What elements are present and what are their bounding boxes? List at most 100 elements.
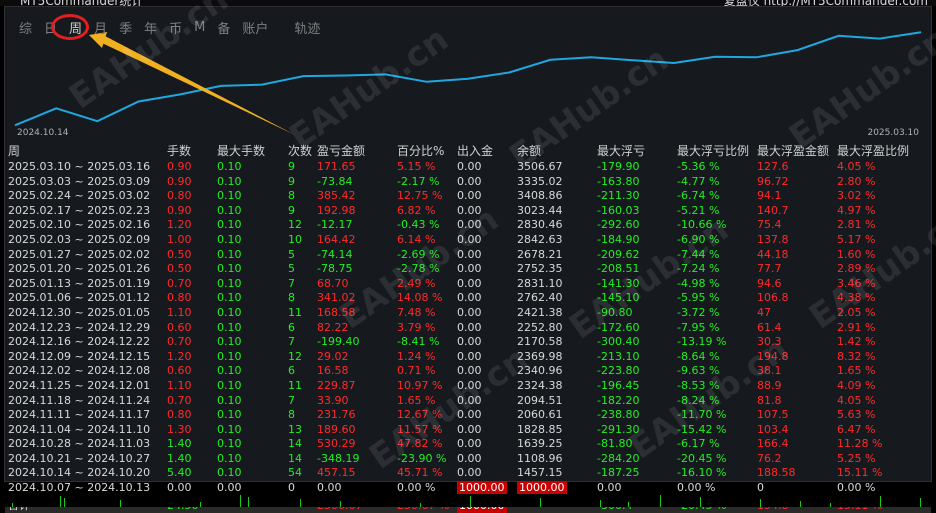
table-row-cell-8: -291.30 [597,422,640,436]
table-row-cell-11: 15.11 % [837,466,883,480]
tab-7[interactable]: 币 [169,18,182,37]
table-row-cell-5: 6.14 % [397,232,436,246]
table-row-cell-0: 2025.03.10 ~ 2025.03.16 [8,160,151,173]
table-row-cell-5: 12.75 % [397,189,443,203]
table-row-cell-10: 107.5 [757,408,789,422]
tab-11[interactable]: 轨迹 [294,18,320,37]
table-row-cell-6: 0.00 [457,422,482,436]
table-row-cell-2: 0.10 [217,247,242,261]
table-row-cell-2: 0.10 [217,349,242,363]
table-row-cell-1: 1.30 [167,422,192,436]
table-row-cell-2: 0.10 [217,276,242,290]
table-row-cell-3: 6 [288,320,295,334]
table-row-cell-1: 1.40 [167,451,192,465]
strip-tick [64,498,65,507]
table-row-cell-0: 2025.02.24 ~ 2025.03.02 [8,189,151,203]
table-row-cell-1: 0.60 [167,320,192,334]
tab-9[interactable]: 备 [217,18,230,37]
table-header-cell-6: 出入金 [457,144,494,158]
table-row-cell-5: 0.71 % [397,364,436,378]
table-row-cell-6: 0.00 [457,218,482,232]
table-row-cell-1: 0.90 [167,174,192,188]
table-row-cell-6: 0.00 [457,335,482,349]
tab-6[interactable]: 年 [144,18,157,37]
table-row-cell-4: 68.70 [317,276,349,290]
table-row-cell-1: 1.20 [167,349,192,363]
table-row-cell-8: -211.30 [597,189,640,203]
strip-tick [300,499,301,507]
table-row-cell-4: 229.87 [317,378,356,392]
tab-1[interactable]: 综 [19,18,32,37]
table-row-cell-6: 0.00 [457,160,482,173]
table-row-cell-7: 1828.85 [517,422,563,436]
table-row-cell-10: 75.4 [757,218,782,232]
table-row-cell-6: 0.00 [457,247,482,261]
table-row-cell-8: -208.51 [597,262,640,276]
table-row-cell-1: 0.50 [167,247,192,261]
table-row: 2025.03.03 ~ 2025.03.09 0.90 0.10 9 -73.84 -2… [5,175,931,190]
table-header-cell-3: 次数 [288,144,313,158]
table-row-cell-10: 76.2 [757,451,782,465]
table-row-cell-1: 0.70 [167,393,192,407]
table-row-cell-5: -2.78 % [397,262,440,276]
table-row-cell-8: -213.10 [597,349,640,363]
table-row-cell-11: 2.89 % [837,262,876,276]
table-row-cell-9: -8.53 % [677,378,720,392]
table-row-cell-4: 530.29 [317,437,356,451]
table-row-cell-7: 2340.96 [517,364,563,378]
table-row-cell-11: 2.80 % [837,174,876,188]
table-row-cell-7: 2252.80 [517,320,563,334]
table-row-cell-5: 14.08 % [397,291,443,305]
table-row-cell-2: 0.10 [217,218,242,232]
table-row-cell-6: 0.00 [457,232,482,246]
strip-tick [760,499,761,507]
table-row-cell-11: 5.17 % [837,232,876,246]
table-row: 2024.11.11 ~ 2024.11.17 0.80 0.10 8 231.76 12… [5,408,931,423]
table-row: 2025.02.24 ~ 2025.03.02 0.80 0.10 8 385.42 12… [5,189,931,204]
table-header-cell-7: 余额 [517,144,542,158]
table-row-cell-7: 2170.58 [517,335,563,349]
table-row-cell-8: -223.80 [597,364,640,378]
table-row-cell-5: 1.65 % [397,393,436,407]
tab-10[interactable]: 账户 [242,18,268,37]
table-row-cell-3: 7 [288,335,295,349]
table-row-cell-2: 0.10 [217,203,242,217]
table-row: 2025.03.10 ~ 2025.03.16 0.90 0.10 9 171.65 5.… [5,160,931,175]
table-row-cell-9: -7.44 % [677,247,720,261]
table-row-cell-3: 8 [288,291,295,305]
tab-5[interactable]: 季 [119,18,132,37]
table-row-cell-9: -10.66 % [677,218,727,232]
table-row-cell-3: 9 [288,160,295,173]
table-row-cell-10: 127.6 [757,160,789,173]
table-row-cell-0: 2024.11.11 ~ 2024.11.17 [8,408,151,422]
tab-4[interactable]: 月 [94,18,107,37]
table-row-cell-11: 2.81 % [837,218,876,232]
table-row-cell-9: -9.63 % [677,364,720,378]
table-row-cell-7: 2762.40 [517,291,563,305]
table-row-cell-1: 1.40 [167,437,192,451]
tab-8[interactable]: M [194,20,205,35]
bottom-indicator-strip [0,494,936,507]
table-row-cell-11: 6.47 % [837,422,876,436]
table-row-cell-7: 1639.25 [517,437,563,451]
strip-tick [628,502,629,507]
weekly-stats-table: 周 手数 最大手数 次数 盈亏金额 百分比% 出入金 余额 最大浮亏 最大浮亏比例 最大浮盈金额 最大… [5,143,931,513]
table-row-cell-4: -74.14 [317,247,353,261]
table-row-cell-11: 4.05 % [837,393,876,407]
table-row-cell-1: 0.90 [167,160,192,173]
strip-tick [470,496,471,507]
table-row-cell-6: 0.00 [457,291,482,305]
table-row-cell-3: 13 [288,422,302,436]
table-row-cell-10: 94.1 [757,189,782,203]
table-row-cell-0: 2024.12.30 ~ 2025.01.05 [8,305,151,319]
table-row-cell-9: -16.10 % [677,466,727,480]
table-row-cell-6: 0.00 [457,393,482,407]
table-row: 2025.01.06 ~ 2025.01.12 0.80 0.10 8 341.02 14… [5,291,931,306]
annotation-arrow-shaft [102,36,295,135]
table-row-cell-11: 5.25 % [837,451,876,465]
strip-tick [240,495,241,507]
table-row-cell-3: 9 [288,203,295,217]
table-row-cell-10: 47 [757,305,771,319]
table-row-cell-5: 47.82 % [397,437,443,451]
table-row-cell-8: -141.30 [597,276,640,290]
